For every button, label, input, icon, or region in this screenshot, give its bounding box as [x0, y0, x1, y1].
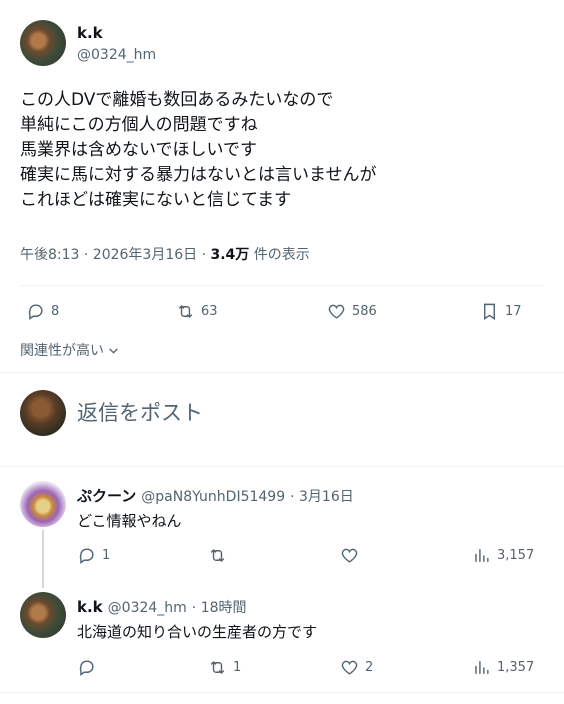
author-name[interactable]: k.k — [77, 24, 103, 42]
bookmark-count: 17 — [505, 304, 522, 319]
reply-action[interactable]: 1 — [77, 546, 110, 565]
reply-name[interactable]: ぷクーン — [77, 485, 136, 506]
reply-compose-input[interactable]: 返信をポスト — [77, 397, 203, 427]
reply-text: 北海道の知り合いの生産者の方です — [77, 623, 318, 641]
view-count: 3.4万 — [210, 247, 250, 263]
sort-selector[interactable]: 関連性が高い — [20, 340, 120, 360]
heart-icon — [341, 548, 358, 563]
retweet-icon — [178, 304, 193, 319]
tweet-line: この人DVで離婚も数回あるみたいなので — [20, 90, 334, 110]
retweet-icon — [210, 660, 225, 675]
bookmark-icon — [484, 303, 495, 320]
divider — [0, 692, 564, 693]
reply-avatar[interactable] — [20, 481, 66, 527]
analytics-icon — [475, 549, 489, 562]
like-action[interactable] — [340, 546, 365, 565]
like-count: 2 — [365, 660, 374, 675]
tweet-line: 単純にこの方個人の問題ですね — [20, 115, 258, 135]
retweet-icon — [210, 548, 225, 563]
reply-count: 8 — [51, 304, 60, 319]
tweet-text: この人DVで離婚も数回あるみたいなので 単純にこの方個人の問題ですね 馬業界は含… — [20, 88, 550, 213]
tweet-line: これほどは確実にないと信じてます — [20, 190, 292, 210]
my-avatar — [20, 390, 66, 436]
reply-handle[interactable]: @0324_hm — [108, 600, 187, 616]
reply-icon — [79, 660, 94, 677]
views-action[interactable]: 1,357 — [472, 658, 534, 677]
reply-action[interactable]: 8 — [26, 302, 59, 321]
divider — [0, 466, 564, 467]
sort-label: 関連性が高い — [20, 343, 104, 359]
views-action[interactable]: 3,157 — [472, 546, 534, 565]
heart-icon — [328, 304, 345, 319]
like-action[interactable]: 586 — [327, 302, 377, 321]
tweet-line: 馬業界は含めないでほしいです — [20, 140, 257, 160]
divider — [20, 285, 544, 286]
bookmark-action[interactable]: 17 — [480, 302, 522, 321]
reply-time[interactable]: · 18時間 — [192, 597, 247, 617]
thread-line — [42, 530, 44, 588]
reply-name[interactable]: k.k — [77, 598, 103, 616]
reply-icon — [28, 304, 43, 321]
retweet-action[interactable]: 63 — [176, 302, 218, 321]
reply-time[interactable]: · 3月16日 — [290, 486, 354, 506]
reply-icon — [79, 548, 94, 565]
retweet-count: 1 — [233, 660, 242, 675]
author-handle[interactable]: @0324_hm — [77, 47, 156, 63]
view-count: 1,357 — [497, 660, 535, 675]
analytics-icon — [475, 661, 489, 674]
tweet-meta: 午後8:13 · 2026年3月16日 · 3.4万 件の表示 — [20, 244, 310, 264]
reply-header: k.k @0324_hm · 18時間 — [77, 597, 247, 617]
like-count: 586 — [352, 304, 377, 319]
heart-icon — [341, 660, 358, 675]
reply-count: 1 — [102, 548, 111, 563]
divider — [0, 372, 564, 373]
tweet-line: 確実に馬に対する暴力はないとは言いませんが — [20, 165, 377, 185]
retweet-action[interactable] — [208, 546, 233, 565]
reply-action[interactable] — [77, 658, 102, 677]
reply-text: どこ情報やねん — [77, 512, 182, 530]
view-label: 件の表示 — [249, 247, 310, 263]
chevron-down-icon — [109, 347, 118, 354]
author-avatar[interactable] — [20, 20, 66, 66]
reply-handle[interactable]: @paN8YunhDI51499 — [141, 489, 285, 505]
reply-header: ぷクーン @paN8YunhDI51499 · 3月16日 — [77, 485, 354, 506]
retweet-action[interactable]: 1 — [208, 658, 241, 677]
reply-avatar[interactable] — [20, 592, 66, 638]
tweet-timestamp[interactable]: 午後8:13 · 2026年3月16日 · — [20, 247, 211, 263]
retweet-count: 63 — [201, 304, 218, 319]
view-count: 3,157 — [497, 548, 535, 563]
like-action[interactable]: 2 — [340, 658, 373, 677]
